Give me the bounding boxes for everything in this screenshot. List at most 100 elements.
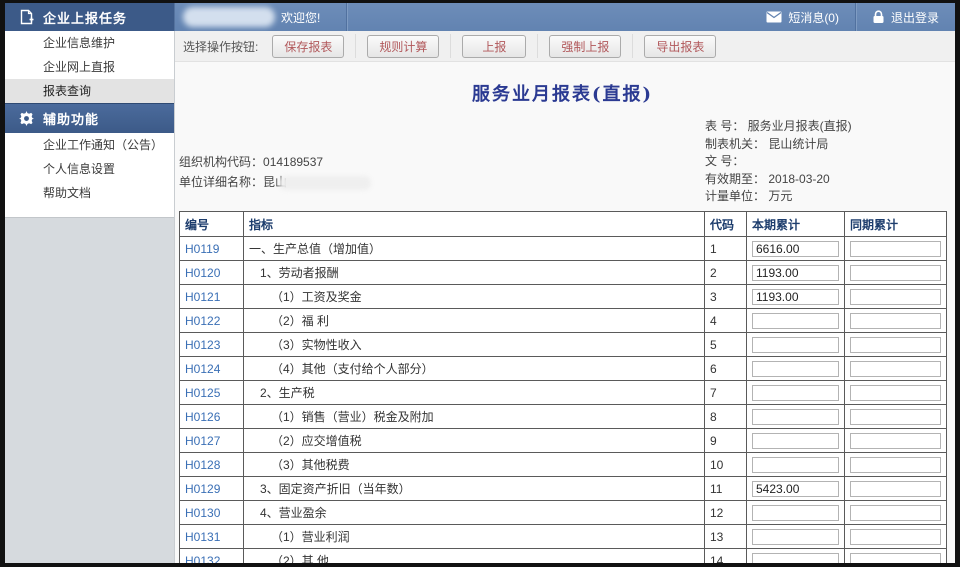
current-period-input[interactable] [752,361,839,377]
row-code: 1 [705,237,747,261]
unit-name-redacted [279,176,371,190]
row-code: 14 [705,549,747,564]
report-table: 编号 指标 代码 本期累计 同期累计 H0119 一、生产总值（增加值） 1 H… [179,211,947,563]
prior-period-input[interactable] [850,457,941,473]
sidebar-item[interactable]: 个人信息设置 [5,157,174,181]
row-indicator: （2）福 利 [249,312,329,329]
row-id-link[interactable]: H0131 [185,530,220,544]
current-period-input[interactable] [752,553,839,564]
row-code: 3 [705,285,747,309]
row-indicator: （1）工资及奖金 [249,288,362,305]
current-period-input[interactable] [752,481,839,497]
row-id-link[interactable]: H0123 [185,338,220,352]
current-period-input[interactable] [752,241,839,257]
current-period-input[interactable] [752,433,839,449]
report-title: 服务业月报表(直报) [179,80,946,106]
row-code: 4 [705,309,747,333]
meta-line: 文 号： [705,153,852,171]
sidebar-section-report-tasks[interactable]: 企业上报任务 [5,3,175,31]
sidebar-section-aux-functions[interactable]: 辅助功能 [5,103,174,133]
row-id-link[interactable]: H0127 [185,434,220,448]
table-row: H0122 （2）福 利 4 [180,309,947,333]
row-id-link[interactable]: H0119 [185,242,219,256]
row-indicator: （3）其他税费 [249,456,350,473]
prior-period-input[interactable] [850,361,941,377]
top-bar: 企业上报任务 欢迎您! 短消息(0) 退出登录 [5,3,955,31]
row-id-link[interactable]: H0130 [185,506,220,520]
prior-period-input[interactable] [850,409,941,425]
action-toolbar: 选择操作按钮: 保存报表规则计算上报强制上报导出报表 [175,31,955,62]
table-row: H0128 （3）其他税费 10 [180,453,947,477]
row-indicator: （1）销售（营业）税金及附加 [249,408,434,425]
prior-period-input[interactable] [850,337,941,353]
row-code: 10 [705,453,747,477]
sidebar-filler [5,217,174,563]
current-period-input[interactable] [752,529,839,545]
prior-period-input[interactable] [850,433,941,449]
row-id-link[interactable]: H0121 [185,290,220,304]
sidebar-item[interactable]: 报表查询 [5,79,174,103]
row-id-link[interactable]: H0124 [185,362,220,376]
meta-line: 有效期至： 2018-03-20 [705,171,852,189]
toolbar-divider [355,34,356,58]
col-header-indicator: 指标 [244,212,705,237]
prior-period-input[interactable] [850,505,941,521]
row-indicator: 4、营业盈余 [249,504,327,521]
prior-period-input[interactable] [850,529,941,545]
messages-button[interactable]: 短消息(0) [750,3,855,31]
row-id-link[interactable]: H0122 [185,314,220,328]
row-indicator: 2、生产税 [249,384,315,401]
toolbar-button[interactable]: 规则计算 [367,35,439,58]
gear-icon [19,111,34,126]
prior-period-input[interactable] [850,553,941,564]
row-id-link[interactable]: H0129 [185,482,220,496]
top-bar-main: 欢迎您! 短消息(0) 退出登录 [175,3,955,31]
row-id-link[interactable]: H0126 [185,410,220,424]
toolbar-button[interactable]: 导出报表 [644,35,716,58]
row-id-link[interactable]: H0132 [185,554,220,564]
company-name-redacted [183,7,275,27]
current-period-input[interactable] [752,385,839,401]
document-plus-icon [19,9,34,25]
logout-button[interactable]: 退出登录 [856,3,955,31]
report-table-wrap: 编号 指标 代码 本期累计 同期累计 H0119 一、生产总值（增加值） 1 H… [175,211,955,563]
prior-period-input[interactable] [850,481,941,497]
col-header-id: 编号 [180,212,244,237]
sidebar-section-2-items: 企业工作通知（公告）个人信息设置帮助文档 [5,133,174,205]
prior-period-input[interactable] [850,385,941,401]
current-period-input[interactable] [752,265,839,281]
unit-name-line: 单位详细名称：昆山 [179,172,371,192]
logout-label: 退出登录 [891,9,939,26]
current-period-input[interactable] [752,313,839,329]
sidebar-item[interactable]: 企业信息维护 [5,31,174,55]
row-id-link[interactable]: H0125 [185,386,220,400]
row-code: 13 [705,525,747,549]
sidebar-item[interactable]: 帮助文档 [5,181,174,205]
meta-line: 计量单位： 万元 [705,188,852,206]
row-id-link[interactable]: H0120 [185,266,220,280]
sidebar-item[interactable]: 企业网上直报 [5,55,174,79]
org-code-line: 组织机构代码：014189537 [179,152,371,172]
prior-period-input[interactable] [850,265,941,281]
sidebar-section-1-items: 企业信息维护企业网上直报报表查询 [5,31,174,103]
sidebar-item[interactable]: 企业工作通知（公告） [5,133,174,157]
prior-period-input[interactable] [850,313,941,329]
prior-period-input[interactable] [850,289,941,305]
row-id-link[interactable]: H0128 [185,458,220,472]
current-period-input[interactable] [752,409,839,425]
table-row: H0125 2、生产税 7 [180,381,947,405]
row-indicator: （4）其他（支付给个人部分） [249,360,434,377]
toolbar-button[interactable]: 保存报表 [272,35,344,58]
toolbar-button[interactable]: 强制上报 [549,35,621,58]
prior-period-input[interactable] [850,241,941,257]
row-code: 12 [705,501,747,525]
lock-icon [872,10,885,24]
table-row: H0132 （2）其 他 14 [180,549,947,564]
current-period-input[interactable] [752,457,839,473]
table-row: H0121 （1）工资及奖金 3 [180,285,947,309]
row-code: 6 [705,357,747,381]
current-period-input[interactable] [752,289,839,305]
current-period-input[interactable] [752,337,839,353]
current-period-input[interactable] [752,505,839,521]
toolbar-button[interactable]: 上报 [462,35,526,58]
